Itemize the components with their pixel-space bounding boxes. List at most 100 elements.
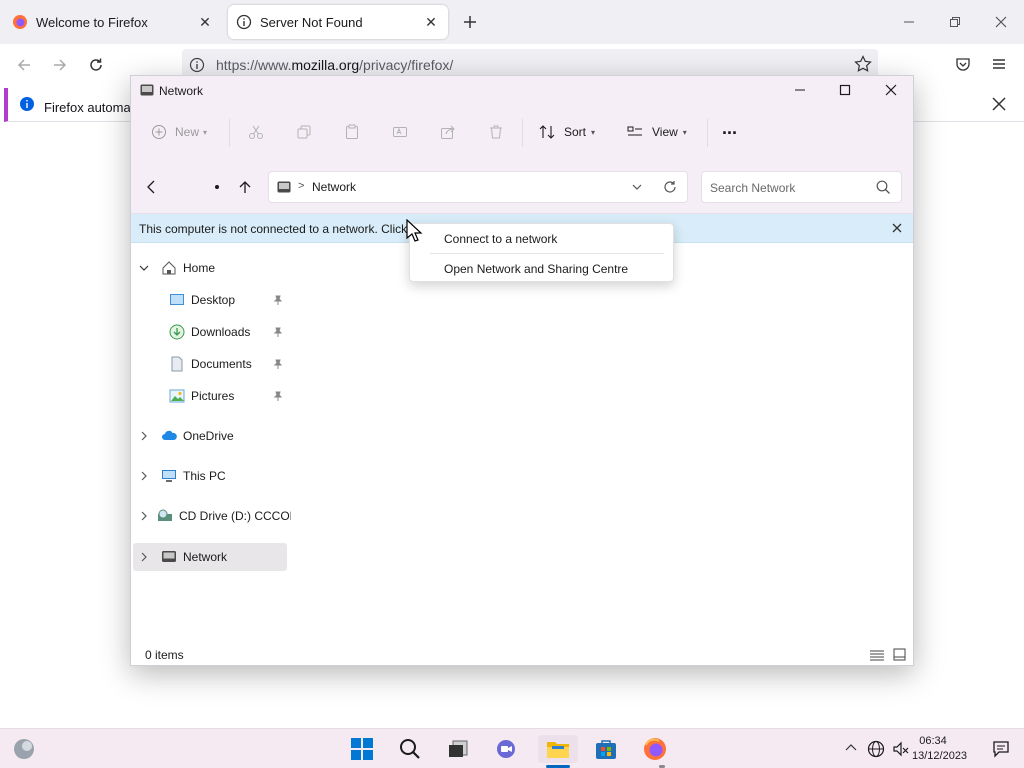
forward-button[interactable]: [215, 185, 219, 189]
copy-button[interactable]: [296, 121, 312, 143]
nav-home[interactable]: Home: [131, 254, 291, 282]
search-placeholder: Search Network: [710, 181, 796, 195]
nav-documents[interactable]: Documents: [131, 350, 291, 378]
url-prefix: https://www.: [216, 57, 292, 73]
chevron-down-icon[interactable]: [631, 181, 643, 193]
paste-button[interactable]: [344, 121, 360, 143]
close-tab-icon[interactable]: ✕: [196, 13, 214, 31]
window-title: Network: [159, 84, 204, 98]
microsoft-store-icon[interactable]: [590, 735, 622, 763]
info-icon: [20, 97, 34, 111]
chevron-right-icon[interactable]: [139, 471, 153, 481]
file-explorer-window: Network New ▾ Sort ▾ View ▾ ... > Networ…: [130, 75, 914, 666]
widgets-icon[interactable]: [8, 735, 40, 763]
forward-button[interactable]: [46, 51, 74, 79]
close-infobar-icon[interactable]: [892, 223, 902, 233]
nav-network[interactable]: Network: [131, 543, 291, 571]
tab-server-not-found[interactable]: Server Not Found ✕: [228, 5, 448, 39]
pin-icon[interactable]: [273, 327, 283, 337]
copy-icon: [297, 125, 311, 139]
pocket-icon[interactable]: [955, 56, 971, 72]
network-icon: [161, 549, 177, 565]
show-hidden-icons-chevron-icon[interactable]: [845, 742, 857, 752]
downloads-icon: [169, 324, 185, 340]
notifications-icon[interactable]: [992, 740, 1010, 758]
cut-button[interactable]: [248, 121, 264, 143]
clock-date: 13/12/2023: [912, 750, 968, 762]
up-button[interactable]: [231, 173, 259, 201]
trash-icon: [490, 125, 502, 139]
nav-label: OneDrive: [183, 429, 234, 443]
site-info-icon[interactable]: [189, 57, 205, 73]
pin-icon[interactable]: [273, 391, 283, 401]
toolbar-divider: [707, 119, 708, 147]
chevron-down-icon: ▾: [203, 127, 208, 137]
minimize-button[interactable]: [786, 78, 814, 102]
restore-button[interactable]: [941, 10, 969, 34]
share-button[interactable]: [440, 121, 456, 143]
bookmark-star-icon[interactable]: [854, 55, 872, 73]
back-button[interactable]: [137, 173, 165, 201]
chevron-right-icon[interactable]: [139, 552, 153, 562]
close-tab-icon[interactable]: ✕: [422, 13, 440, 31]
firefox-taskbar-icon[interactable]: [639, 735, 671, 763]
delete-button[interactable]: [488, 121, 504, 143]
start-windows-icon[interactable]: [346, 735, 378, 763]
chevron-down-icon[interactable]: [139, 263, 153, 273]
reload-button[interactable]: [82, 51, 110, 79]
nav-downloads[interactable]: Downloads: [131, 318, 291, 346]
view-label: View: [652, 125, 678, 139]
tiles-view-icon[interactable]: [893, 648, 906, 661]
explorer-title-bar[interactable]: Network: [131, 76, 913, 105]
plus-circle-icon: [152, 125, 166, 139]
menu-item-connect-to-network[interactable]: Connect to a network: [410, 224, 675, 253]
task-view-icon[interactable]: [442, 735, 474, 763]
cd-drive-icon: [157, 508, 173, 524]
network-icon: [140, 83, 154, 97]
menu-icon[interactable]: [992, 57, 1006, 71]
nav-cd-drive[interactable]: CD Drive (D:) CCCOM: [131, 502, 291, 530]
view-button[interactable]: View ▾: [627, 121, 687, 143]
info-bar-text: This computer is not connected to a netw…: [139, 222, 414, 236]
sort-button[interactable]: Sort ▾: [539, 121, 595, 143]
nav-pictures[interactable]: Pictures: [131, 382, 291, 410]
pin-icon[interactable]: [273, 295, 283, 305]
new-tab-button[interactable]: [456, 8, 484, 36]
scissors-icon: [249, 125, 263, 139]
tab-title: Welcome to Firefox: [36, 14, 148, 30]
minimize-button[interactable]: [895, 10, 923, 34]
sort-icon: [539, 125, 555, 139]
chevron-right-icon[interactable]: [139, 511, 149, 521]
close-notification-icon[interactable]: [991, 96, 1007, 112]
search-icon[interactable]: [394, 735, 426, 763]
file-explorer-taskbar-icon[interactable]: [538, 735, 578, 763]
chevron-right-icon[interactable]: [139, 431, 153, 441]
tab-welcome-to-firefox[interactable]: Welcome to Firefox ✕: [4, 5, 222, 39]
system-clock[interactable]: 06:34 13/12/2023: [912, 734, 968, 764]
item-count: 0 items: [145, 648, 184, 662]
url-domain: mozilla.org: [291, 57, 360, 73]
back-button[interactable]: [10, 51, 38, 79]
network-globe-icon[interactable]: [867, 740, 885, 758]
new-button[interactable]: New ▾: [151, 121, 207, 143]
nav-onedrive[interactable]: OneDrive: [131, 422, 291, 450]
menu-item-network-sharing-centre[interactable]: Open Network and Sharing Centre: [410, 254, 675, 283]
notification-text: Firefox automati: [44, 100, 138, 115]
search-input[interactable]: Search Network: [701, 171, 902, 203]
close-window-button[interactable]: [987, 10, 1015, 34]
volume-muted-icon[interactable]: [892, 740, 910, 758]
rename-button[interactable]: [392, 121, 408, 143]
nav-desktop[interactable]: Desktop: [131, 286, 291, 314]
nav-label: Pictures: [191, 389, 235, 403]
refresh-icon[interactable]: [663, 180, 677, 194]
maximize-button[interactable]: [831, 78, 859, 102]
see-more-button[interactable]: ...: [722, 117, 737, 139]
breadcrumb-network[interactable]: Network: [312, 180, 356, 194]
close-button[interactable]: [877, 78, 905, 102]
firefox-icon: [12, 14, 28, 30]
nav-this-pc[interactable]: This PC: [131, 462, 291, 490]
address-bar[interactable]: > Network: [268, 171, 688, 203]
details-view-icon[interactable]: [869, 649, 885, 661]
pin-icon[interactable]: [273, 359, 283, 369]
teams-chat-icon[interactable]: [490, 735, 522, 763]
